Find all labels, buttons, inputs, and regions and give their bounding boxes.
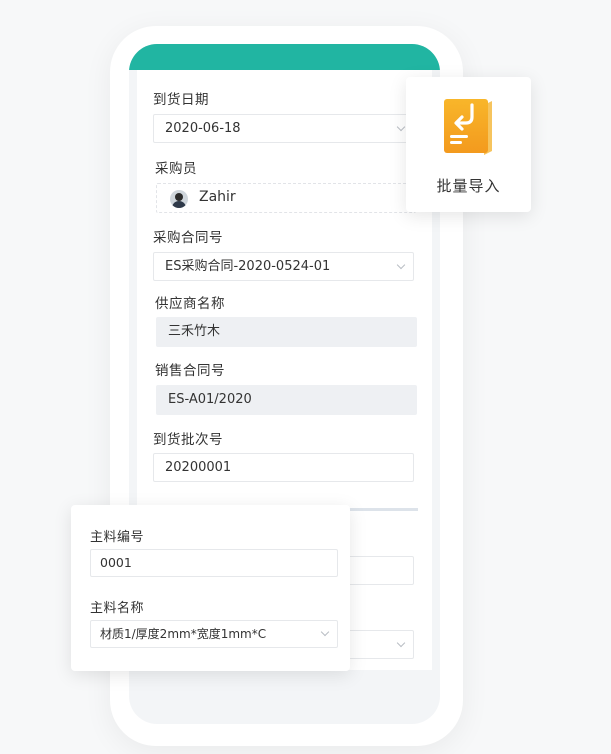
batch-value: 20200001 <box>165 460 232 475</box>
app-header-bar <box>129 44 440 70</box>
buyer-field[interactable]: Zahir <box>156 183 416 213</box>
material-popup: 主料编号 0001 主料名称 材质1/厚度2mm*宽度1mm*C <box>71 505 350 671</box>
purchase-contract-label: 采购合同号 <box>153 230 223 246</box>
avatar <box>170 190 188 208</box>
material-code-value: 0001 <box>100 555 132 570</box>
chevron-down-icon <box>320 627 330 637</box>
material-name-label: 主料名称 <box>90 601 145 616</box>
supplier-field: 三禾竹木 <box>156 317 417 347</box>
arrival-date-label: 到货日期 <box>153 92 209 108</box>
arrival-date-value: 2020-06-18 <box>165 121 241 136</box>
supplier-value: 三禾竹木 <box>168 324 221 339</box>
chevron-down-icon <box>396 638 406 648</box>
batch-import-card[interactable]: 批量导入 <box>406 77 531 212</box>
arrival-date-select[interactable]: 2020-06-18 <box>153 114 414 143</box>
material-code-input[interactable]: 0001 <box>90 549 338 577</box>
material-name-value: 材质1/厚度2mm*宽度1mm*C <box>100 627 267 641</box>
material-name-select[interactable]: 材质1/厚度2mm*宽度1mm*C <box>90 620 338 648</box>
supplier-label: 供应商名称 <box>155 296 225 312</box>
chevron-down-icon <box>396 260 406 270</box>
buyer-name: Zahir <box>199 189 236 205</box>
batch-label: 到货批次号 <box>153 432 223 448</box>
batch-input[interactable]: 20200001 <box>153 453 414 482</box>
batch-import-icon <box>444 99 492 155</box>
sales-contract-label: 销售合同号 <box>155 363 225 379</box>
sales-contract-value: ES-A01/2020 <box>168 392 252 407</box>
batch-import-label: 批量导入 <box>436 177 501 195</box>
buyer-label: 采购员 <box>155 161 197 177</box>
material-code-label: 主料编号 <box>90 530 145 545</box>
purchase-contract-value: ES采购合同-2020-0524-01 <box>165 259 331 274</box>
purchase-contract-select[interactable]: ES采购合同-2020-0524-01 <box>153 252 414 281</box>
sales-contract-field: ES-A01/2020 <box>156 385 417 415</box>
chevron-down-icon <box>396 122 406 132</box>
